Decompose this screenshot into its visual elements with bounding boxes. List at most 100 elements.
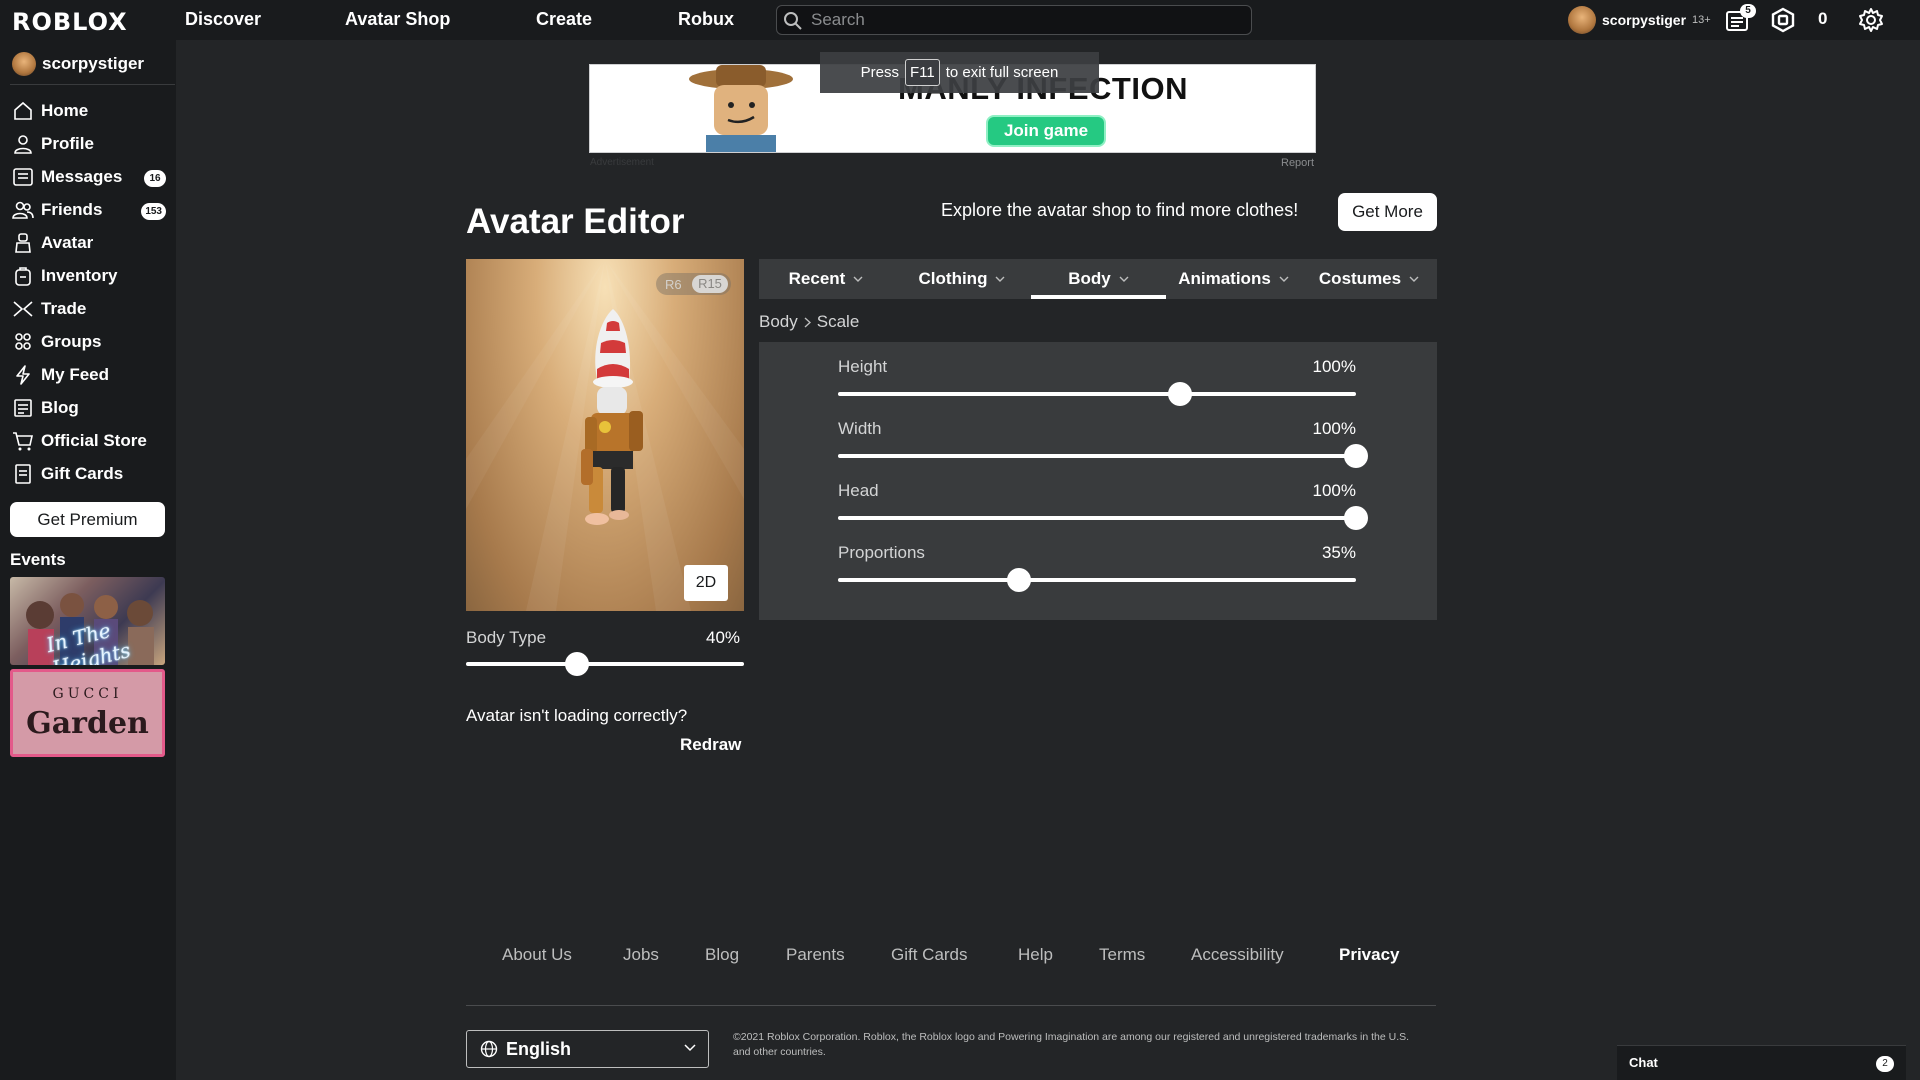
body-type-value: 40% (706, 628, 741, 647)
sidebar-item-label: Avatar (41, 233, 94, 252)
sidebar-item-home[interactable]: Home (12, 96, 172, 126)
nav-robux[interactable]: Robux (678, 9, 734, 30)
head-slider[interactable] (838, 516, 1356, 520)
groups-icon (12, 331, 34, 353)
advertisement-label: Advertisement (590, 157, 654, 168)
tab-label: Body (1068, 269, 1111, 288)
search-icon (783, 11, 803, 31)
nav-discover[interactable]: Discover (185, 9, 261, 30)
get-more-button[interactable]: Get More (1338, 193, 1437, 231)
tab-recent[interactable]: Recent (759, 259, 893, 299)
user-menu[interactable]: scorpystiger 13+ (1568, 6, 1711, 34)
sidebar-item-label: Inventory (41, 266, 118, 285)
rig-type-toggle[interactable]: R6 R15 (656, 273, 731, 295)
footer-terms[interactable]: Terms (1099, 945, 1145, 965)
language-select[interactable]: English (466, 1030, 709, 1068)
sidebar-username: scorpystiger (42, 54, 145, 73)
tab-body[interactable]: Body (1031, 259, 1166, 299)
sidebar-item-friends[interactable]: Friends 153 (12, 195, 172, 225)
footer-gift-cards[interactable]: Gift Cards (891, 945, 968, 965)
rig-r6-option[interactable]: R6 (665, 277, 682, 292)
sidebar-item-messages[interactable]: Messages 16 (12, 162, 172, 192)
get-premium-button[interactable]: Get Premium (10, 502, 165, 537)
tab-clothing[interactable]: Clothing (893, 259, 1031, 299)
sidebar-item-inventory[interactable]: Inventory (12, 261, 172, 291)
proportions-slider[interactable] (838, 578, 1356, 582)
sidebar-item-blog[interactable]: Blog (12, 393, 172, 423)
sidebar-item-label: My Feed (41, 365, 110, 384)
language-value: English (506, 1038, 572, 1059)
store-icon (12, 430, 34, 452)
robux-icon[interactable] (1769, 6, 1797, 34)
proportions-value: 35% (1321, 543, 1356, 562)
tab-animations[interactable]: Animations (1166, 259, 1301, 299)
sidebar-item-gift-cards[interactable]: Gift Cards (12, 459, 172, 489)
sidebar-item-official-store[interactable]: Official Store (12, 426, 172, 456)
sidebar-item-label: Gift Cards (41, 464, 124, 483)
report-ad-link[interactable]: Report (1281, 157, 1314, 169)
footer-blog[interactable]: Blog (705, 945, 739, 965)
event-brand: GUCCI (52, 686, 123, 702)
sidebar-item-my-feed[interactable]: My Feed (12, 360, 172, 390)
sidebar-item-label: Official Store (41, 431, 147, 450)
height-slider[interactable] (838, 392, 1356, 396)
head-slider-handle[interactable] (1344, 506, 1368, 530)
page-title: Avatar Editor (466, 202, 685, 241)
sidebar-item-label: Messages (41, 167, 123, 186)
toggle-2d-button[interactable]: 2D (684, 565, 728, 601)
sidebar-item-trade[interactable]: Trade (12, 294, 172, 324)
robux-balance: 0 (1818, 9, 1828, 28)
height-label: Height (838, 357, 888, 376)
footer-help[interactable]: Help (1018, 945, 1053, 965)
join-game-button[interactable]: Join game (986, 115, 1106, 147)
f11-key: F11 (905, 59, 940, 86)
head-value: 100% (1312, 481, 1356, 500)
footer-privacy[interactable]: Privacy (1339, 945, 1400, 965)
event-in-the-heights[interactable]: In The Heights (10, 577, 165, 665)
width-slider[interactable] (838, 454, 1356, 458)
footer-accessibility[interactable]: Accessibility (1191, 945, 1284, 965)
roblox-logo[interactable]: ROBLOX (12, 8, 128, 36)
chat-label: Chat (1629, 1055, 1658, 1070)
top-nav-bar: ROBLOX Discover Avatar Shop Create Robux… (0, 0, 1920, 40)
messages-icon (12, 166, 34, 188)
avatar-preview[interactable]: R6 R15 2D (466, 259, 744, 611)
footer-about-us[interactable]: About Us (502, 945, 572, 965)
sidebar-item-avatar[interactable]: Avatar (12, 228, 172, 258)
sidebar-user[interactable]: scorpystiger (12, 52, 144, 76)
width-value: 100% (1312, 419, 1356, 438)
event-gucci-garden[interactable]: GUCCI Garden (10, 669, 165, 757)
rig-r15-option[interactable]: R15 (692, 275, 728, 293)
globe-icon (480, 1040, 498, 1058)
nav-create[interactable]: Create (536, 9, 592, 30)
nav-avatar-shop[interactable]: Avatar Shop (345, 9, 450, 30)
sidebar-item-profile[interactable]: Profile (12, 129, 172, 159)
body-type-slider-handle[interactable] (565, 652, 590, 676)
search-box[interactable] (776, 5, 1252, 35)
fullscreen-tooltip: Press F11 to exit full screen (820, 52, 1099, 93)
page-scrollbar[interactable] (1906, 40, 1920, 1080)
tab-costumes[interactable]: Costumes (1301, 259, 1437, 299)
top-username: scorpystiger (1602, 12, 1687, 28)
proportions-slider-handle[interactable] (1007, 568, 1032, 592)
footer-parents[interactable]: Parents (786, 945, 845, 965)
width-slider-handle[interactable] (1344, 444, 1368, 468)
friends-count-badge: 153 (141, 203, 166, 220)
tab-label: Animations (1178, 269, 1271, 288)
footer-jobs[interactable]: Jobs (623, 945, 659, 965)
chat-bar[interactable]: Chat 2 (1617, 1045, 1906, 1080)
sidebar-item-label: Friends (41, 200, 103, 219)
sidebar-item-label: Home (41, 101, 89, 120)
sidebar-item-groups[interactable]: Groups (12, 327, 172, 357)
gear-icon[interactable] (1857, 6, 1885, 34)
feed-icon (12, 364, 34, 386)
body-type-slider[interactable] (466, 662, 744, 666)
sidebar-item-label: Profile (41, 134, 94, 153)
height-slider-handle[interactable] (1167, 382, 1192, 406)
redraw-link[interactable]: Redraw (680, 735, 741, 755)
breadcrumb-body[interactable]: Body (759, 312, 798, 332)
inventory-icon (12, 265, 34, 287)
notifications-badge: 5 (1740, 4, 1756, 18)
proportions-label: Proportions (838, 543, 925, 562)
search-input[interactable] (811, 9, 1241, 31)
